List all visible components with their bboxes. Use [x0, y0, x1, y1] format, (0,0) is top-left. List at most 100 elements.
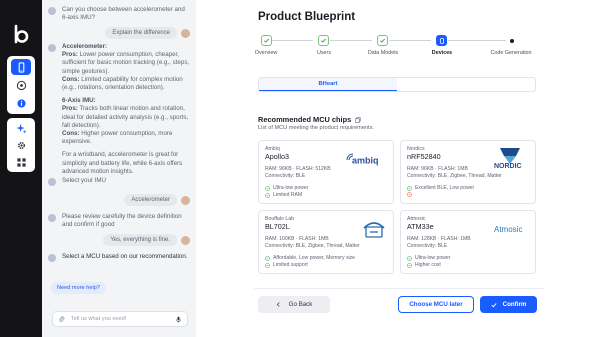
app-logo[interactable] [11, 24, 31, 44]
nav-explore-button[interactable] [11, 77, 31, 93]
mcu-card-apollo3[interactable]: Ambiq Apollo3 RAM: 96KB · FLASH: 512KB C… [258, 140, 394, 204]
section-subtitle: List of MCU meeting the product requirem… [258, 125, 374, 131]
step-label: Devices [431, 50, 453, 56]
message-text: Please review carefully the device defin… [62, 213, 182, 229]
assistant-avatar [48, 44, 56, 52]
mcu-name: nRF52840 [407, 152, 441, 161]
confirm-label: Confirm [502, 301, 527, 308]
go-back-label: Go Back [288, 301, 313, 308]
brand-text: Atmosic [494, 225, 522, 234]
message-text: Can you choose between accelerometer and… [62, 6, 185, 22]
section-title-text: Recommended MCU chips [258, 115, 352, 124]
user-message-text: Yes, everything is fine. [103, 234, 177, 246]
check-icon [379, 38, 386, 43]
mcu-con-text: Limited support [273, 262, 308, 268]
nav-info-button[interactable] [11, 95, 31, 111]
step-data-models[interactable] [377, 35, 388, 46]
accelerometer-cons: Limited capability for complex motion (e… [62, 75, 183, 92]
paperclip-icon[interactable] [58, 315, 65, 323]
atmosic-logo: Atmosic [494, 225, 522, 234]
minus-circle-icon [265, 262, 270, 268]
nav-ai-button[interactable] [11, 121, 31, 136]
assistant-avatar [48, 178, 56, 186]
pros-label: Pros: [62, 105, 78, 113]
mcu-pro-text: Affordable, Low power, Memory size [273, 255, 356, 261]
step-users[interactable] [318, 35, 329, 46]
nav-rail [0, 0, 42, 337]
nav-settings-button[interactable] [11, 138, 31, 153]
confirm-button[interactable]: Confirm [480, 296, 537, 313]
grid-icon [16, 158, 26, 167]
mcu-pro-text: Ultra-low power [415, 255, 451, 261]
mcu-pro: Excellent BLE, Low power [407, 185, 474, 191]
page-title: Product Blueprint [258, 11, 356, 23]
mcu-card-nrf52840[interactable]: Nordics nRF52840 RAM: 96KB · FLASH: 1MB … [400, 140, 536, 204]
step-code-generation[interactable] [506, 35, 517, 46]
user-avatar [181, 195, 190, 205]
summary-text: For a wristband, accelerometer is great … [62, 151, 183, 175]
tab-empty[interactable] [397, 78, 535, 91]
mcu-memory-spec: RAM: 100KB · FLASH: 1MB [265, 236, 329, 242]
device-icon [439, 37, 444, 44]
mcu-connectivity: Connectivity: BLE, Zigbee, Thread, Matte… [265, 243, 360, 249]
nav-group-primary [7, 56, 35, 114]
check-circle-icon [407, 255, 412, 261]
accelerometer-heading: Accelerometer: [62, 43, 108, 50]
assistant-avatar [48, 254, 56, 262]
mcu-pro: Ultra-low power [407, 255, 450, 261]
mcu-con-text: Higher cost [415, 262, 441, 268]
assistant-message: Accelerometer: Pros: Lower power consump… [48, 43, 192, 176]
user-message-text: Explain the difference [105, 27, 177, 39]
message-text: Select a MCU based on our recommendation… [62, 253, 188, 260]
check-circle-icon [407, 185, 412, 191]
mcu-connectivity: Connectivity: BLE [265, 173, 306, 179]
progress-stepper: Overview Users Data Models Devices Code … [254, 35, 544, 65]
nav-device-button[interactable] [11, 59, 31, 75]
step-overview[interactable] [261, 35, 272, 46]
check-circle-icon [265, 185, 270, 191]
mcu-name: Apollo3 [265, 152, 289, 161]
need-help-button[interactable]: Need more help? [51, 282, 106, 294]
pros-label: Pros: [62, 51, 78, 59]
microphone-icon[interactable] [175, 316, 182, 323]
mcu-con-text: Limited RAM [273, 192, 303, 198]
accelerometer-pros: Lower power consumption, cheaper, suffic… [62, 51, 190, 75]
ambiq-logo: ambiq [346, 153, 379, 166]
assistant-message: Select a MCU based on our recommendation… [48, 253, 192, 262]
user-message: Accelerometer [124, 194, 190, 206]
user-avatar [181, 28, 190, 38]
imu-pros: Tracks both linear motion and rotation, … [62, 105, 189, 129]
assistant-message: Select your IMU [48, 177, 192, 186]
check-icon [320, 38, 327, 43]
phone-icon [18, 61, 24, 73]
check-icon [263, 38, 270, 43]
mcu-con: Limited RAM [265, 192, 302, 198]
user-avatar [181, 235, 190, 245]
step-label: Users [316, 50, 332, 56]
mcu-connectivity: Connectivity: BLE, Zigbee, Thread, Matte… [407, 173, 502, 179]
tab-bheart[interactable]: BHeart [259, 78, 397, 91]
assistant-avatar [48, 7, 56, 15]
message-text: Select your IMU [62, 177, 107, 184]
mcu-name: BL702L [265, 222, 290, 231]
mcu-con: Higher cost [407, 262, 441, 268]
section-title: Recommended MCU chips [258, 115, 361, 124]
bouffalo-logo [363, 222, 385, 238]
copy-icon[interactable] [355, 116, 361, 123]
mcu-memory-spec: RAM: 96KB · FLASH: 512KB [265, 166, 331, 172]
nav-apps-button[interactable] [11, 155, 31, 170]
chat-input[interactable]: Tell us what you need! [52, 311, 188, 327]
chat-input-placeholder: Tell us what you need! [71, 316, 127, 322]
step-devices[interactable] [436, 35, 447, 46]
main-panel: Product Blueprint Overview Users Data Mo… [196, 0, 600, 337]
brand-text: ambiq [352, 156, 379, 166]
gear-icon [17, 142, 25, 149]
choose-mcu-later-button[interactable]: Choose MCU later [398, 296, 474, 313]
mcu-name: ATM33e [407, 222, 434, 231]
chevron-left-icon [276, 302, 280, 307]
cons-label: Cons: [62, 75, 80, 83]
go-back-button[interactable]: Go Back [258, 296, 330, 313]
mcu-card-atm33e[interactable]: Atmosic ATM33e RAM: 128KB · FLASH: 1MB C… [400, 210, 536, 274]
mcu-memory-spec: RAM: 96KB · FLASH: 1MB [407, 166, 468, 172]
mcu-card-bl702l[interactable]: Bouffalo Lab BL702L RAM: 100KB · FLASH: … [258, 210, 394, 274]
